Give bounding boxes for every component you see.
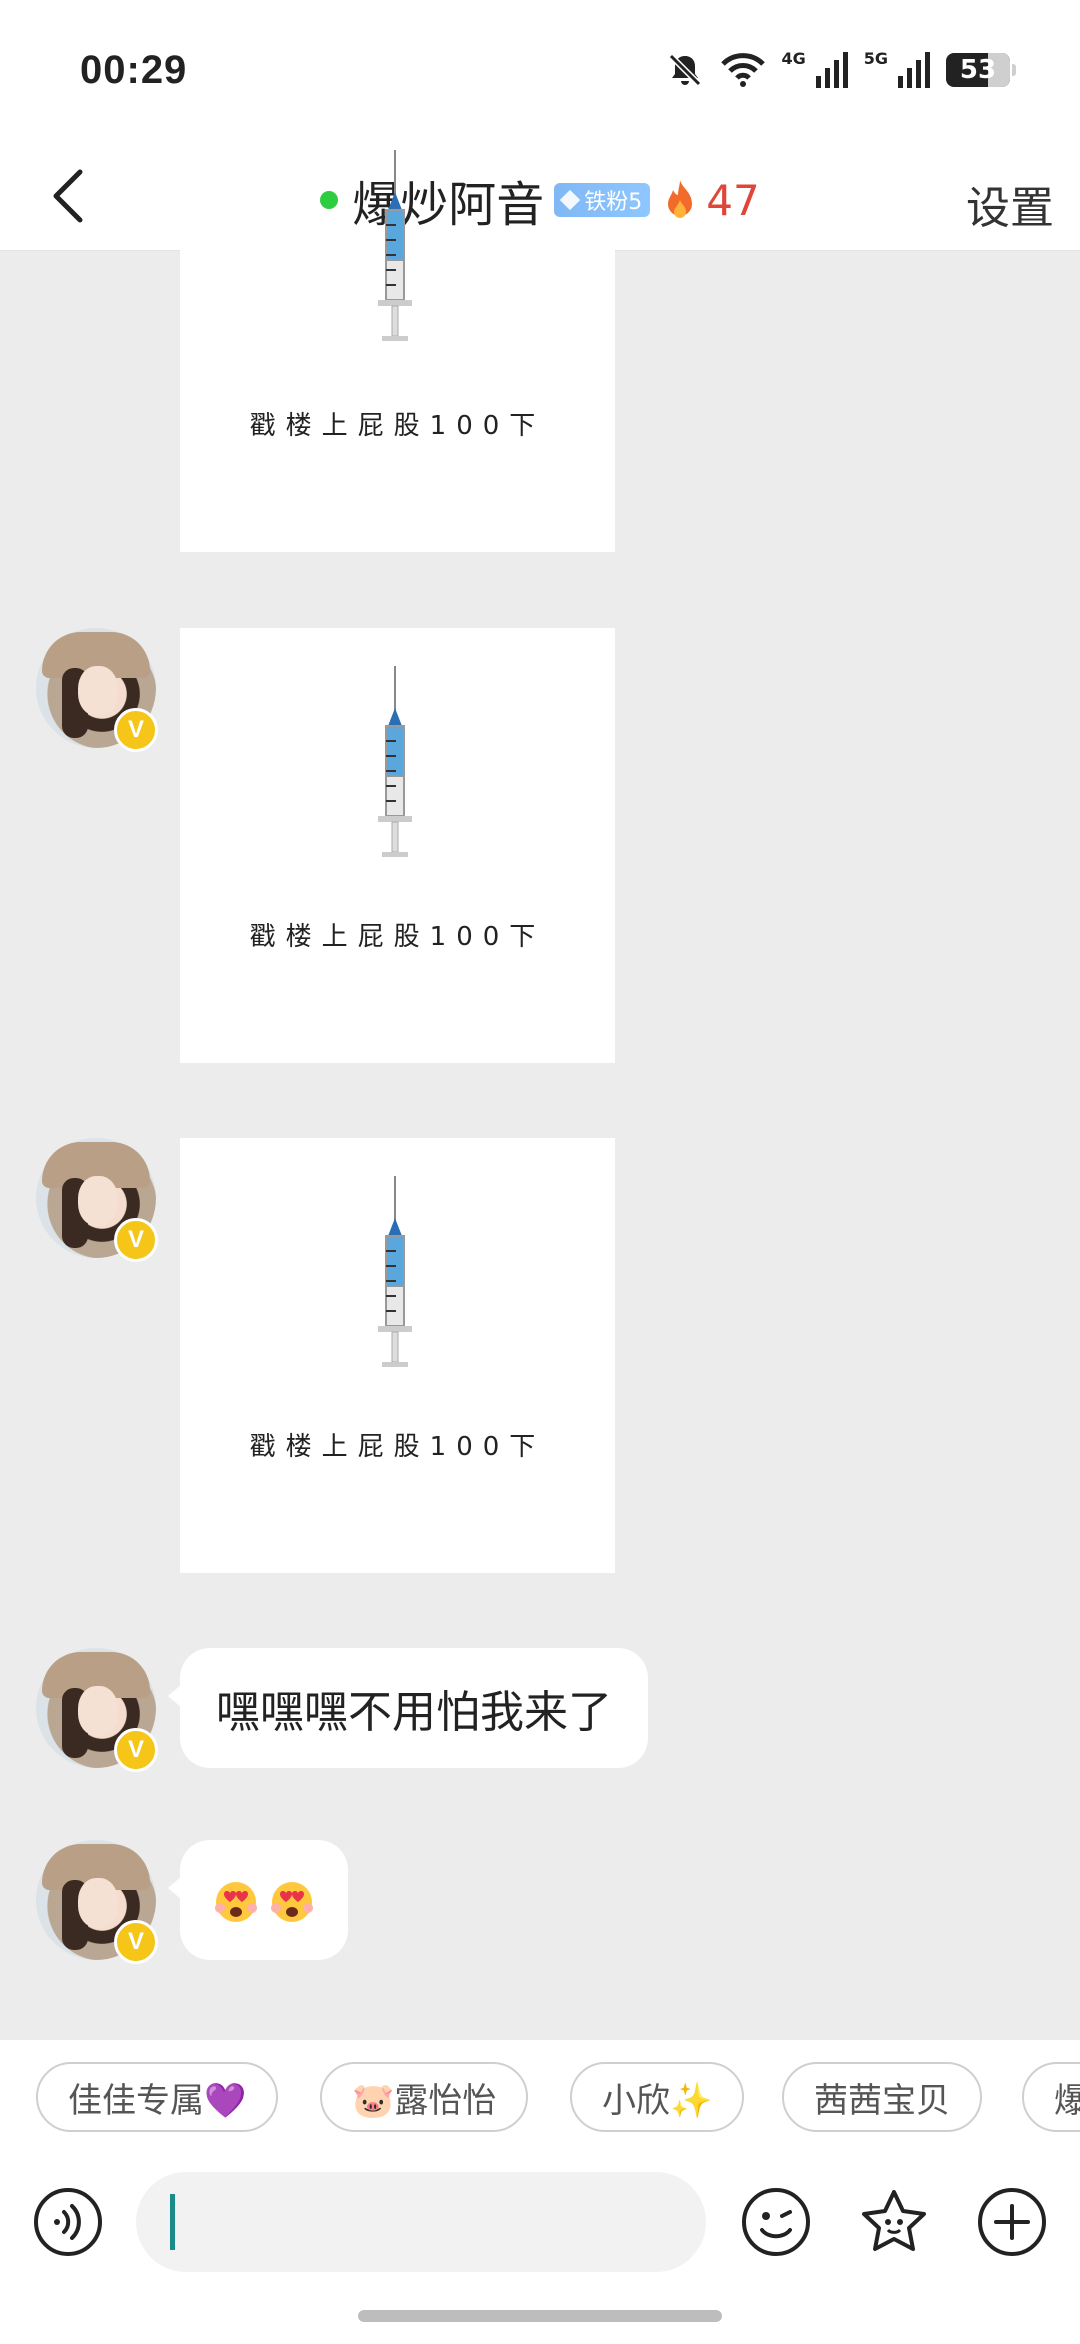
verified-badge: V	[114, 1920, 158, 1964]
emoji-bubble[interactable]	[168, 1840, 348, 1960]
verified-badge: V	[114, 708, 158, 752]
avatar[interactable]: V	[36, 1840, 158, 1964]
fan-badge-label: 铁粉5	[584, 190, 643, 215]
heart-eyes-emoji	[215, 1882, 257, 1922]
status-bar: 00:29 4G 5G 53	[0, 0, 1080, 150]
home-indicator	[358, 2310, 722, 2322]
quick-reply-chip[interactable]: 小欣✨	[570, 2062, 745, 2132]
message-text: 嘿嘿嘿不用怕我来了	[216, 1687, 612, 1738]
syringe-icon	[378, 666, 412, 857]
streak-count: 47	[706, 175, 760, 225]
quick-reply-chip[interactable]: 爆	[1022, 2062, 1080, 2132]
avatar[interactable]: V	[36, 1648, 158, 1772]
message-bubble[interactable]: 嘿嘿嘿不用怕我来了	[168, 1648, 648, 1768]
message-card[interactable]: 戳楼上屁股100下	[180, 150, 615, 552]
wifi-icon	[721, 53, 766, 87]
add-plus-icon[interactable]	[976, 2186, 1048, 2258]
battery-level: 53	[959, 55, 997, 85]
card-caption: 戳楼上屁股100下	[249, 411, 546, 441]
diamond-icon	[560, 189, 581, 211]
card-caption: 戳楼上屁股100下	[249, 1432, 546, 1462]
quick-reply-chip[interactable]: 佳佳专属💜	[36, 2062, 279, 2132]
avatar[interactable]: V	[36, 1138, 158, 1262]
fire-icon	[668, 180, 693, 218]
text-cursor	[170, 2194, 175, 2250]
heart-eyes-emoji	[271, 1882, 313, 1922]
quick-reply-chip[interactable]: 茜茜宝贝	[782, 2062, 982, 2132]
signal-icon	[815, 52, 848, 88]
fan-level-badge: 铁粉5	[554, 183, 651, 217]
voice-icon[interactable]	[32, 2186, 104, 2258]
chat-header: 爆炒阿音 铁粉5 47 设置	[0, 150, 1080, 251]
chat-title-area[interactable]: 爆炒阿音 铁粉5 47	[0, 150, 1080, 250]
message-card[interactable]: 戳楼上屁股100下	[180, 628, 615, 1063]
syringe-icon	[378, 150, 412, 341]
mute-bell-icon	[669, 53, 702, 87]
network-5g-label: 5G	[863, 48, 888, 68]
quick-reply-chip[interactable]: 🐷露怡怡	[320, 2062, 529, 2132]
sticker-star-icon[interactable]	[858, 2186, 930, 2258]
status-time: 00:29	[80, 48, 188, 92]
syringe-icon	[378, 1176, 412, 1367]
avatar[interactable]: V	[36, 628, 158, 752]
verified-badge: V	[114, 1728, 158, 1772]
message-card[interactable]: 戳楼上屁股100下	[180, 1138, 615, 1573]
message-input[interactable]	[136, 2172, 706, 2272]
network-4g-label: 4G	[781, 48, 806, 68]
status-icons: 4G 5G 53	[665, 48, 1016, 90]
settings-button[interactable]: 设置	[966, 172, 1054, 236]
online-status-dot	[320, 191, 339, 209]
verified-badge: V	[114, 1218, 158, 1262]
emoji-icon[interactable]	[740, 2186, 812, 2258]
signal-icon-2	[898, 52, 930, 88]
card-caption: 戳楼上屁股100下	[249, 922, 546, 952]
battery-icon: 53	[946, 53, 1016, 87]
